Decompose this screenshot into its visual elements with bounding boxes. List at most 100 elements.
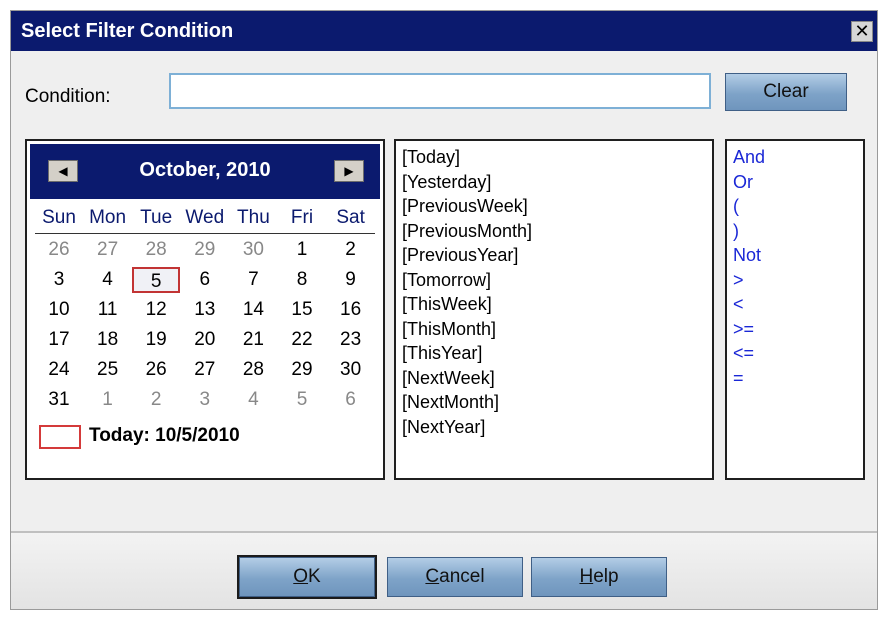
calendar-day[interactable]: 2 bbox=[327, 237, 375, 263]
date-keyword-item[interactable]: [Today] bbox=[402, 147, 460, 168]
help-button[interactable]: Help bbox=[531, 557, 667, 597]
close-button[interactable]: ✕ bbox=[851, 21, 873, 42]
calendar-day[interactable]: 31 bbox=[35, 387, 83, 413]
date-keyword-item[interactable]: [NextWeek] bbox=[402, 368, 495, 389]
calendar-day[interactable]: 1 bbox=[84, 387, 132, 413]
condition-label: Condition: bbox=[25, 86, 111, 107]
calendar-day[interactable]: 15 bbox=[278, 297, 326, 323]
calendar-day[interactable]: 9 bbox=[327, 267, 375, 293]
date-keyword-item[interactable]: [Tomorrow] bbox=[402, 270, 491, 291]
calendar-day[interactable]: 21 bbox=[229, 327, 277, 353]
day-of-week-label: Wed bbox=[185, 207, 225, 228]
operator-item[interactable]: = bbox=[733, 368, 744, 389]
dialog-title: Select Filter Condition bbox=[21, 20, 234, 42]
calendar-day-grid: 26 27 28 29 30 1 2 3 4 5 6 7 8 9 10 11 12 13 14 15 16 17 18 19 2… bbox=[35, 237, 375, 417]
help-label-rest: elp bbox=[593, 566, 619, 587]
calendar-day[interactable]: 28 bbox=[132, 237, 180, 263]
date-keyword-list: [Today] [Yesterday] [PreviousWeek] [Previou… bbox=[394, 139, 714, 480]
calendar-day[interactable]: 30 bbox=[327, 357, 375, 383]
calendar-day[interactable]: 23 bbox=[327, 327, 375, 353]
title-bar: Select Filter Condition ✕ bbox=[11, 11, 877, 51]
date-keyword-item[interactable]: [PreviousMonth] bbox=[402, 221, 532, 242]
calendar-day[interactable]: 5 bbox=[278, 387, 326, 413]
calendar-day[interactable]: 22 bbox=[278, 327, 326, 353]
calendar-day[interactable]: 26 bbox=[35, 237, 83, 263]
calendar-header: ◀ October, 2010 ▶ bbox=[30, 144, 380, 199]
calendar-day[interactable]: 4 bbox=[84, 267, 132, 293]
calendar-day[interactable]: 17 bbox=[35, 327, 83, 353]
day-of-week-label: Sun bbox=[42, 207, 76, 228]
calendar-day[interactable]: 27 bbox=[181, 357, 229, 383]
calendar-day[interactable]: 10 bbox=[35, 297, 83, 323]
day-of-week-label: Thu bbox=[237, 207, 270, 228]
date-keyword-item[interactable]: [NextYear] bbox=[402, 417, 485, 438]
calendar-day[interactable]: 16 bbox=[327, 297, 375, 323]
calendar-day[interactable]: 6 bbox=[181, 267, 229, 293]
calendar-day[interactable]: 20 bbox=[181, 327, 229, 353]
calendar-day[interactable]: 7 bbox=[229, 267, 277, 293]
arrow-right-icon: ▶ bbox=[344, 164, 354, 178]
arrow-left-icon: ◀ bbox=[58, 164, 68, 178]
clear-button[interactable]: Clear bbox=[725, 73, 847, 111]
calendar-day[interactable]: 25 bbox=[84, 357, 132, 383]
date-keyword-item[interactable]: [Yesterday] bbox=[402, 172, 491, 193]
calendar-day[interactable]: 8 bbox=[278, 267, 326, 293]
calendar-day[interactable]: 3 bbox=[181, 387, 229, 413]
operator-item[interactable]: <= bbox=[733, 343, 754, 364]
operator-item[interactable]: Or bbox=[733, 172, 753, 193]
calendar-day[interactable]: 12 bbox=[132, 297, 180, 323]
date-keyword-item[interactable]: [PreviousYear] bbox=[402, 245, 518, 266]
calendar-day[interactable]: 26 bbox=[132, 357, 180, 383]
calendar-day[interactable]: 1 bbox=[278, 237, 326, 263]
calendar-day[interactable]: 6 bbox=[327, 387, 375, 413]
calendar-day[interactable]: 29 bbox=[181, 237, 229, 263]
help-mnemonic: H bbox=[579, 566, 594, 587]
day-of-week-label: Mon bbox=[89, 207, 127, 228]
calendar-day-selected[interactable]: 5 bbox=[132, 267, 181, 293]
day-of-week-label: Sat bbox=[336, 207, 365, 228]
calendar-day[interactable]: 19 bbox=[132, 327, 180, 353]
calendar-month-title: October, 2010 bbox=[139, 159, 271, 181]
calendar-day[interactable]: 28 bbox=[229, 357, 277, 383]
calendar-day[interactable]: 14 bbox=[229, 297, 277, 323]
ok-mnemonic: O bbox=[293, 566, 309, 587]
calendar-day[interactable]: 4 bbox=[229, 387, 277, 413]
date-keyword-item[interactable]: [NextMonth] bbox=[402, 392, 499, 413]
close-icon: ✕ bbox=[854, 21, 870, 41]
date-keyword-item[interactable]: [PreviousWeek] bbox=[402, 196, 528, 217]
calendar-day[interactable]: 27 bbox=[84, 237, 132, 263]
cancel-label-rest: ancel bbox=[439, 566, 485, 587]
date-keyword-item[interactable]: [ThisMonth] bbox=[402, 319, 496, 340]
operator-item[interactable]: Not bbox=[733, 245, 761, 266]
ok-label-rest: K bbox=[308, 566, 321, 587]
calendar-day[interactable]: 18 bbox=[84, 327, 132, 353]
select-filter-condition-dialog: Select Filter Condition ✕ Condition: Cle… bbox=[10, 10, 878, 610]
operator-item[interactable]: > bbox=[733, 270, 744, 291]
date-keyword-item[interactable]: [ThisYear] bbox=[402, 343, 482, 364]
calendar-day[interactable]: 2 bbox=[132, 387, 180, 413]
calendar-day[interactable]: 29 bbox=[278, 357, 326, 383]
operator-item[interactable]: And bbox=[733, 147, 765, 168]
operator-list: And Or () Not > < >= <= = bbox=[725, 139, 865, 480]
ok-button[interactable]: OK bbox=[237, 555, 377, 599]
next-month-button[interactable]: ▶ bbox=[334, 160, 364, 182]
calendar-day[interactable]: 24 bbox=[35, 357, 83, 383]
today-marker bbox=[39, 425, 81, 449]
cancel-mnemonic: C bbox=[425, 566, 440, 587]
previous-month-button[interactable]: ◀ bbox=[48, 160, 78, 182]
day-of-week-label: Fri bbox=[290, 207, 314, 228]
calendar-day[interactable]: 13 bbox=[181, 297, 229, 323]
day-of-week-label: Tue bbox=[140, 207, 173, 228]
calendar-day[interactable]: 30 bbox=[229, 237, 277, 263]
date-keyword-item[interactable]: [ThisWeek] bbox=[402, 294, 492, 315]
operator-item[interactable]: ) bbox=[733, 221, 739, 242]
condition-input[interactable] bbox=[169, 73, 711, 109]
operator-item[interactable]: >= bbox=[733, 319, 754, 340]
calendar-panel: ◀ October, 2010 ▶ Sun Mon Tue Wed Thu Fri Sat … bbox=[25, 139, 385, 480]
cancel-button[interactable]: Cancel bbox=[387, 557, 523, 597]
operator-item[interactable]: ( bbox=[733, 196, 739, 217]
calendar-day[interactable]: 3 bbox=[35, 267, 83, 293]
calendar-day[interactable]: 11 bbox=[84, 297, 132, 323]
today-link[interactable]: Today: 10/5/2010 bbox=[89, 425, 240, 447]
operator-item[interactable]: < bbox=[733, 294, 744, 315]
